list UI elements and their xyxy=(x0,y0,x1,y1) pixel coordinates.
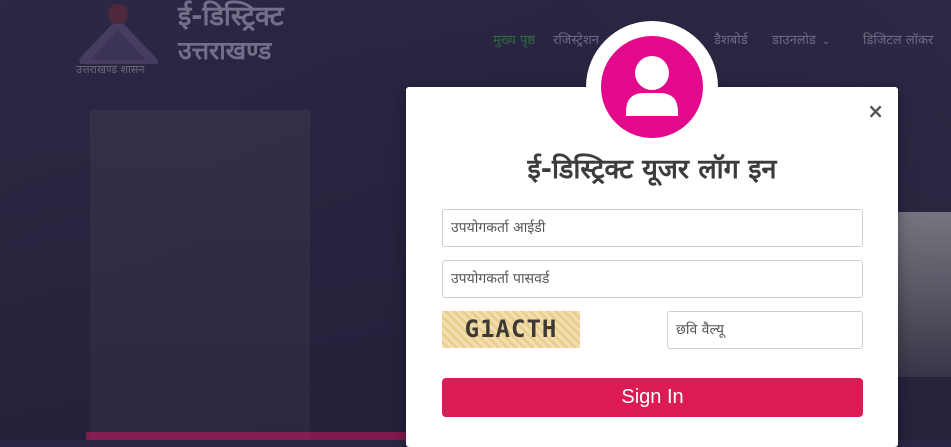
main-nav: मुख्य पृष्ठ रजिस्ट्रेशन डैशबोर्ड डाउनलोड… xyxy=(493,30,951,50)
close-button[interactable]: × xyxy=(867,101,884,121)
background-building-image xyxy=(90,110,310,440)
password-input[interactable] xyxy=(442,260,863,298)
sign-in-button[interactable]: Sign In xyxy=(442,378,863,417)
nav-item-dashboard[interactable]: डैशबोर्ड xyxy=(714,30,748,48)
username-input[interactable] xyxy=(442,209,863,247)
user-icon xyxy=(601,36,703,138)
chevron-down-icon: ⌄ xyxy=(821,36,831,47)
captcha-image: G1ACTH xyxy=(442,311,580,348)
nav-item-registration[interactable]: रजिस्ट्रेशन xyxy=(553,30,599,48)
brand-subtitle[interactable]: उत्तराखण्ड xyxy=(178,33,271,67)
login-title: ई-डिस्ट्रिक्ट यूजर लॉग इन xyxy=(527,154,777,185)
captcha-input[interactable] xyxy=(667,311,863,349)
emblem-caption: उत्तराखण्ड शासन xyxy=(76,63,145,76)
nav-item-download-label: डाउनलोड xyxy=(772,33,816,48)
brand-title[interactable]: ई-डिस्ट्रिक्ट xyxy=(178,0,283,33)
nav-item-download[interactable]: डाउनलोड ⌄ xyxy=(772,30,830,48)
background-temple-image xyxy=(896,212,951,377)
nav-item-digital-locker[interactable]: डिजिटल लॉकर xyxy=(863,30,933,48)
nav-item-home[interactable]: मुख्य पृष्ठ xyxy=(493,30,535,48)
background-banner-strip xyxy=(86,432,406,440)
